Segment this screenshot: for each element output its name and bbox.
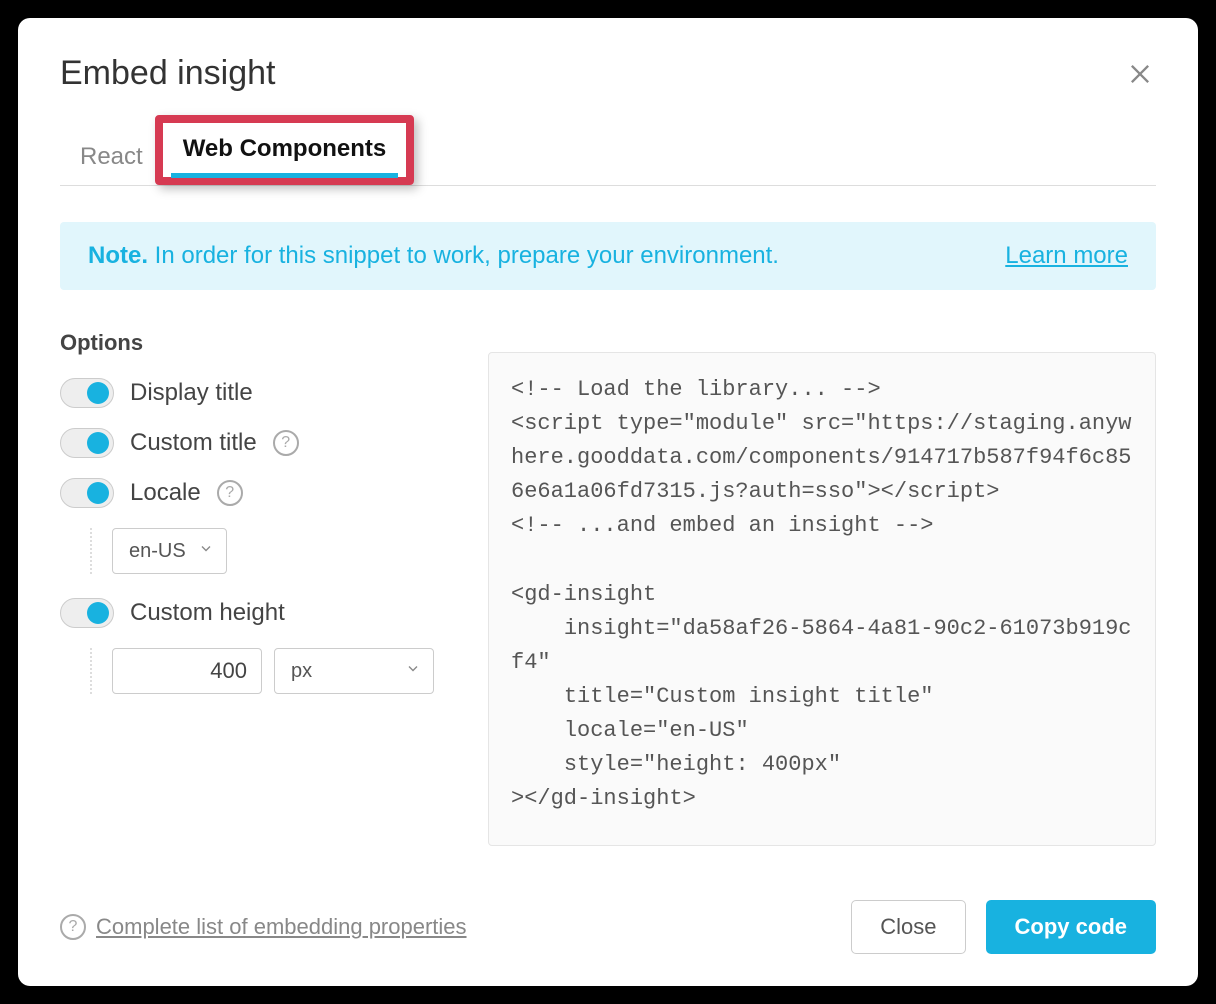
option-custom-title: Custom title ? [60,428,460,458]
note-bold: Note. [88,242,148,269]
help-icon[interactable]: ? [217,480,243,506]
footer-right: Close Copy code [851,900,1156,954]
locale-select-value: en-US [129,540,186,563]
copy-code-button[interactable]: Copy code [986,900,1156,954]
tab-react[interactable]: React [60,131,163,185]
label-custom-title: Custom title [130,429,257,457]
note-body: In order for this snippet to work, prepa… [148,242,779,269]
close-icon[interactable] [1124,58,1156,90]
note-banner: Note. In order for this snippet to work,… [60,222,1156,290]
toggle-display-title[interactable] [60,378,114,408]
label-locale: Locale [130,479,201,507]
toggle-locale[interactable] [60,478,114,508]
label-display-title: Display title [130,379,253,407]
content-row: Options Display title Custom title ? Loc… [60,330,1156,868]
code-pane[interactable]: <!-- Load the library... --> <script typ… [488,352,1156,846]
dialog-title: Embed insight [60,54,275,93]
complete-list-link[interactable]: Complete list of embedding properties [96,914,467,940]
locale-select[interactable]: en-US [112,528,227,574]
height-unit-value: px [291,660,312,683]
label-custom-height: Custom height [130,599,285,627]
locale-subrow: en-US [90,528,460,574]
chevron-down-icon [198,540,214,563]
tabs: React Web Components [60,123,1156,186]
height-subrow: px [90,648,460,694]
toggle-custom-title[interactable] [60,428,114,458]
tab-highlight: Web Components [155,115,415,185]
code-column: <!-- Load the library... --> <script typ… [488,330,1156,868]
dialog-header: Embed insight [60,54,1156,93]
height-input[interactable] [112,648,262,694]
learn-more-link[interactable]: Learn more [1005,242,1128,270]
help-icon[interactable]: ? [60,914,86,940]
close-button[interactable]: Close [851,900,965,954]
options-heading: Options [60,330,460,356]
tab-web-components[interactable]: Web Components [163,123,407,177]
options-column: Options Display title Custom title ? Loc… [60,330,460,868]
toggle-custom-height[interactable] [60,598,114,628]
help-icon[interactable]: ? [273,430,299,456]
embed-insight-dialog: Embed insight React Web Components Note.… [18,18,1198,986]
option-locale: Locale ? [60,478,460,508]
chevron-down-icon [405,660,421,683]
height-unit-select[interactable]: px [274,648,434,694]
footer-left: ? Complete list of embedding properties [60,914,467,940]
option-display-title: Display title [60,378,460,408]
option-custom-height: Custom height [60,598,460,628]
note-text: Note. In order for this snippet to work,… [88,242,779,270]
footer: ? Complete list of embedding properties … [60,868,1156,954]
